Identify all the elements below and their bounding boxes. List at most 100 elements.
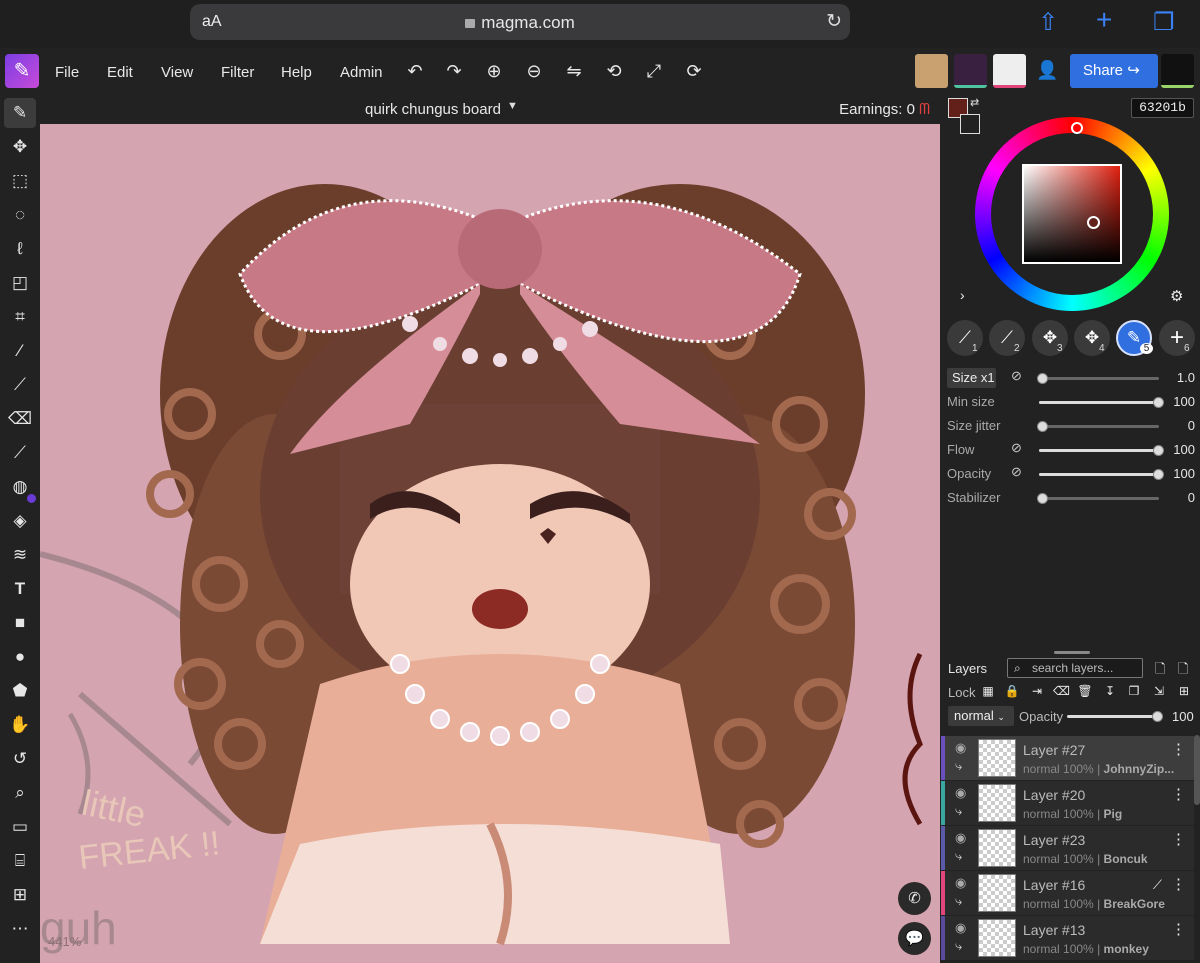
color-picker-cursor[interactable] (1087, 216, 1100, 229)
eye-icon[interactable]: ◉ (955, 830, 966, 846)
stabilizer-slider[interactable] (1037, 493, 1159, 504)
chevron-right-icon[interactable]: › (960, 287, 965, 303)
share-button[interactable]: Share ↪ (1070, 54, 1158, 88)
brush-icon[interactable]: ⟋ (4, 370, 36, 400)
url-text[interactable]: magma.com (190, 13, 850, 33)
chevron-down-icon[interactable]: ▼ (507, 100, 518, 112)
avatar[interactable] (1161, 54, 1194, 88)
blend-mode-select[interactable]: normal ⌄ (948, 706, 1014, 726)
zoom-out-icon[interactable]: ⊖ (522, 61, 546, 82)
merge-layer-icon[interactable]: ⇥ (1029, 684, 1045, 698)
menu-view[interactable]: View (161, 64, 193, 81)
gear-icon[interactable]: ⚙ (1170, 287, 1183, 305)
new-tab-icon[interactable]: + (1096, 4, 1112, 36)
more-options-icon[interactable]: ⋮ (1171, 875, 1186, 893)
pencil-tool-icon[interactable]: ✎ (4, 98, 36, 128)
board-name[interactable]: quirk chungus board (365, 101, 501, 118)
voice-call-button[interactable]: ✆ (898, 882, 931, 915)
clipping-icon[interactable]: ⤷ (955, 848, 962, 864)
zoom-in-icon[interactable]: ⊕ (482, 61, 506, 82)
min-size-slider[interactable] (1039, 397, 1164, 408)
size-slider[interactable] (1037, 373, 1159, 384)
add-user-icon[interactable]: 👤 (1036, 60, 1058, 81)
redo-icon[interactable]: ↷ (442, 61, 466, 82)
clipping-icon[interactable]: ⤷ (955, 893, 962, 909)
slider-knob[interactable] (1037, 493, 1048, 504)
menu-file[interactable]: File (55, 64, 79, 81)
zoom-tool-icon[interactable]: ⌕ (4, 778, 36, 808)
flow-slider[interactable] (1039, 445, 1164, 456)
eraser-icon[interactable]: ⌫ (4, 404, 36, 434)
menu-edit[interactable]: Edit (107, 64, 133, 81)
lock-transparency-icon[interactable]: ▦ (980, 684, 996, 698)
transform-icon[interactable]: ◰ (4, 268, 36, 298)
layer-row[interactable]: ◉ ⤷ Layer #16 normal 100% | BreakGore ⟋ ⋮ (941, 871, 1194, 915)
move-tool-icon[interactable]: ✥ (4, 132, 36, 162)
hand-icon[interactable]: ✋ (4, 710, 36, 740)
chat-button[interactable]: 💬 (898, 922, 931, 955)
new-layer-icon[interactable]: 🗋 (1155, 660, 1165, 682)
smudge-icon[interactable]: ⟋ (4, 438, 36, 468)
duplicate-layer-icon[interactable]: 🗋 (1178, 660, 1188, 682)
paint-bucket-icon[interactable]: ◈ (4, 506, 36, 536)
swap-colors-icon[interactable]: ⇄ (970, 96, 979, 109)
copy-layer-icon[interactable]: ❐ (1126, 684, 1142, 698)
magma-logo-icon[interactable]: ✎ (5, 54, 39, 88)
size-jitter-slider[interactable] (1037, 421, 1159, 432)
more-options-icon[interactable]: ⋮ (1171, 830, 1186, 848)
opacity-slider[interactable] (1039, 469, 1164, 480)
drawing-canvas[interactable]: little FREAK !! guh 441% (40, 124, 940, 963)
rotate-icon[interactable]: ⟲ (602, 61, 626, 82)
clipping-icon[interactable]: ⤷ (955, 803, 962, 819)
tabs-icon[interactable]: ❐ (1153, 8, 1175, 37)
slider-knob[interactable] (1152, 711, 1163, 722)
share-sheet-icon[interactable]: ⇧ (1038, 8, 1058, 37)
eye-icon[interactable]: ◉ (955, 740, 966, 756)
eye-icon[interactable]: ◉ (955, 785, 966, 801)
hue-cursor[interactable] (1071, 122, 1083, 134)
more-options-icon[interactable]: ⋮ (1171, 785, 1186, 803)
more-tools-icon[interactable]: ⊞ (4, 880, 36, 910)
hex-input[interactable]: 63201b (1131, 98, 1194, 118)
hue-wheel[interactable] (975, 117, 1169, 311)
layer-row[interactable]: ◉ ⤷ Layer #13 normal 100% | monkey ⋮ (941, 916, 1194, 960)
slider-knob[interactable] (1153, 469, 1164, 480)
more-options-icon[interactable]: ⋮ (1171, 740, 1186, 758)
eyedropper-icon[interactable]: ⁄ (4, 336, 36, 366)
slider-knob[interactable] (1037, 373, 1048, 384)
pressure-icon[interactable]: ⊘ (1011, 368, 1022, 384)
layer-opacity-slider[interactable] (1067, 711, 1163, 722)
reload-icon[interactable]: ↻ (826, 10, 842, 33)
slider-knob[interactable] (1153, 397, 1164, 408)
undo-icon[interactable]: ↶ (403, 61, 427, 82)
slider-knob[interactable] (1037, 421, 1048, 432)
menu-admin[interactable]: Admin (340, 64, 383, 81)
eye-icon[interactable]: ◉ (955, 875, 966, 891)
lock-icon[interactable]: 🔒 (1004, 684, 1020, 698)
pressure-icon[interactable]: ⊘ (1011, 440, 1022, 456)
eye-icon[interactable]: ◉ (955, 920, 966, 936)
background-color-swatch[interactable] (960, 114, 980, 134)
fullscreen-icon[interactable]: ⤢ (642, 61, 666, 82)
perspective-icon[interactable]: ⌸ (4, 846, 36, 876)
layer-row[interactable]: ◉ ⤷ Layer #23 normal 100% | Boncuk ⋮ (941, 826, 1194, 870)
avatar[interactable] (915, 54, 948, 88)
clear-layer-icon[interactable]: ⌫ (1053, 684, 1070, 698)
scrollbar[interactable] (1194, 735, 1200, 805)
address-bar[interactable]: aA magma.com ↻ (190, 4, 850, 40)
menu-help[interactable]: Help (281, 64, 312, 81)
saturation-square[interactable] (1022, 164, 1122, 264)
layer-search-input[interactable]: ⌕ search layers... (1007, 658, 1143, 678)
transform-layer-icon[interactable]: ⇲ (1151, 684, 1167, 698)
gradient-icon[interactable]: ≋ (4, 540, 36, 570)
avatar[interactable] (954, 54, 987, 88)
rectangle-icon[interactable]: ■ (4, 608, 36, 638)
rotate-view-icon[interactable]: ↺ (4, 744, 36, 774)
ellipse-select-icon[interactable]: ◌ (4, 200, 36, 230)
layer-row[interactable]: ◉ ⤷ Layer #20 normal 100% | Pig ⋮ (941, 781, 1194, 825)
shape-icon[interactable]: ⬟ (4, 676, 36, 706)
lasso-icon[interactable]: ℓ (4, 234, 36, 264)
clipping-icon[interactable]: ⤷ (955, 938, 962, 954)
crop-icon[interactable]: ⌗ (4, 302, 36, 332)
flip-icon[interactable]: ⇋ (562, 61, 586, 82)
